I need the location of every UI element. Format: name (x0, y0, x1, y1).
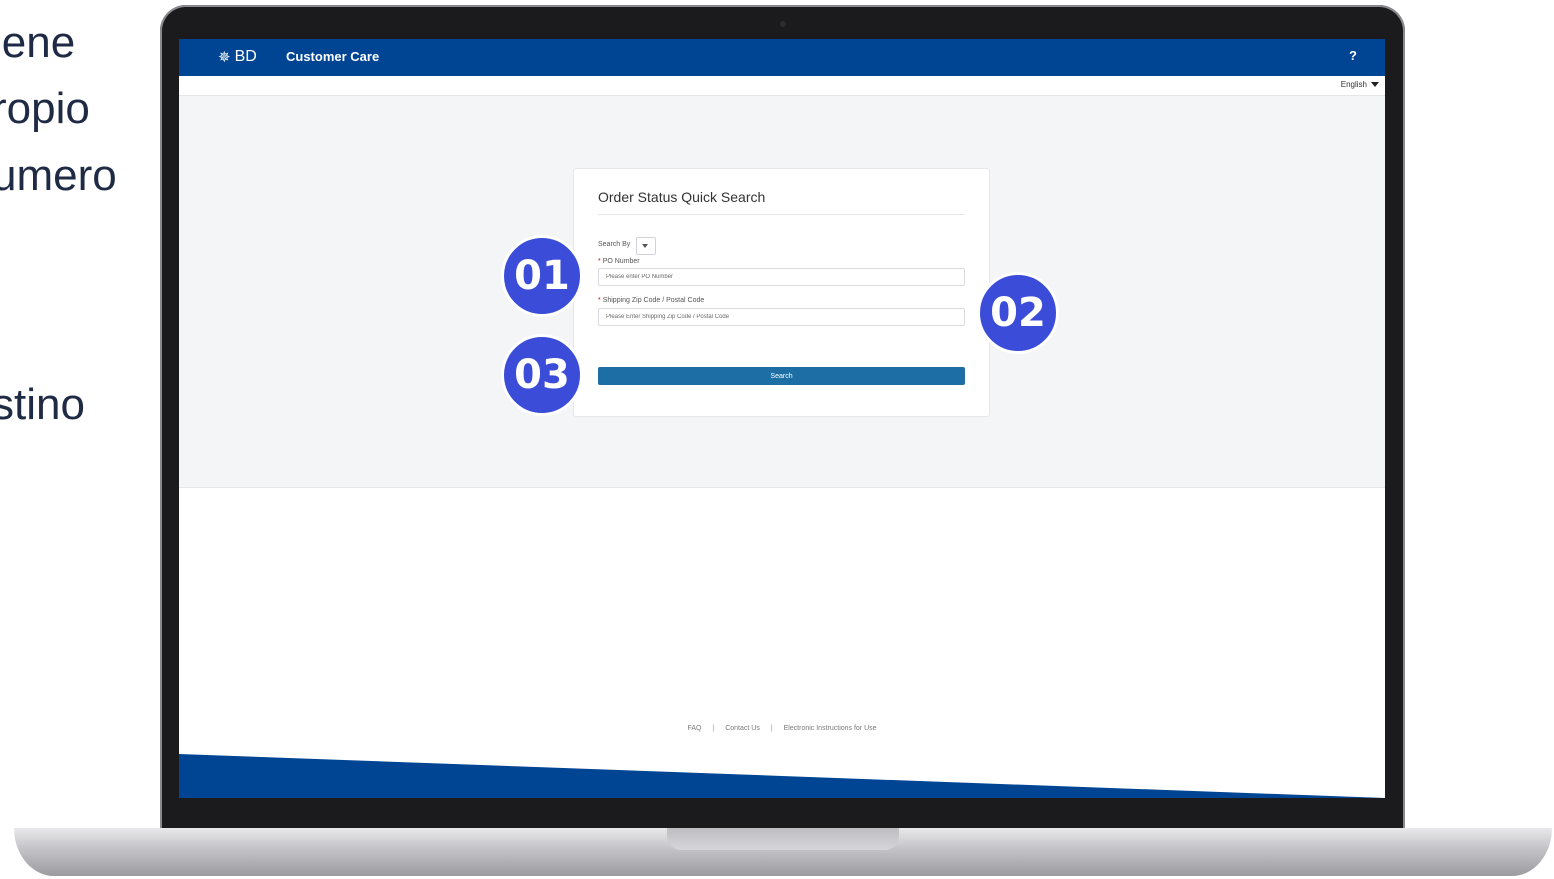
side-text-line-4: stino (0, 380, 85, 429)
step-badge-03: 03 (501, 334, 583, 416)
po-number-label: * PO Number (598, 258, 640, 265)
bd-starburst-icon: ✵ (218, 49, 231, 66)
card-title: Order Status Quick Search (598, 189, 766, 205)
side-text-line-2: ropio (0, 84, 90, 133)
contact-us-link[interactable]: Contact Us (725, 725, 760, 732)
laptop-notch (667, 828, 899, 850)
app-title: Customer Care (286, 49, 380, 64)
search-button[interactable]: Search (598, 367, 965, 385)
language-bar: English (179, 76, 1385, 96)
footer-separator: | (770, 725, 773, 732)
chevron-down-icon (642, 244, 648, 248)
chevron-down-icon (1371, 82, 1379, 87)
required-asterisk: * (598, 258, 601, 265)
po-number-label-text: PO Number (602, 258, 640, 265)
footer-links: FAQ | Contact Us | Electronic Instructio… (179, 725, 1385, 732)
zip-code-label: * Shipping Zip Code / Postal Code (598, 297, 704, 304)
laptop-camera (780, 21, 786, 27)
zip-code-label-text: Shipping Zip Code / Postal Code (602, 297, 705, 304)
top-navigation-bar: ✵ BD Customer Care ? (179, 39, 1385, 76)
main-content: Order Status Quick Search Search By * PO… (179, 96, 1385, 488)
language-selector[interactable]: English (1341, 80, 1379, 89)
title-divider (598, 214, 965, 215)
electronic-ifu-link[interactable]: Electronic Instructions for Use (784, 725, 877, 732)
faq-link[interactable]: FAQ (687, 725, 701, 732)
side-text-line-1: iene (0, 18, 76, 67)
side-text-line-3: umero (0, 151, 117, 200)
required-asterisk: * (598, 297, 601, 304)
help-button[interactable]: ? (1349, 48, 1357, 63)
footer-separator: | (712, 725, 715, 732)
po-number-input[interactable] (598, 268, 965, 286)
order-search-card: Order Status Quick Search Search By * PO… (573, 168, 990, 417)
bd-logo[interactable]: ✵ BD (218, 48, 257, 66)
search-by-dropdown[interactable] (636, 237, 656, 255)
zip-code-input[interactable] (598, 308, 965, 326)
footer-wave (179, 754, 1385, 798)
bd-logo-text: BD (234, 48, 257, 65)
search-by-label: Search By (598, 241, 631, 248)
language-label: English (1340, 80, 1367, 89)
step-badge-02: 02 (977, 272, 1059, 354)
browser-screen: ✵ BD Customer Care ? English Order Statu… (179, 39, 1385, 798)
step-badge-01: 01 (501, 235, 583, 317)
